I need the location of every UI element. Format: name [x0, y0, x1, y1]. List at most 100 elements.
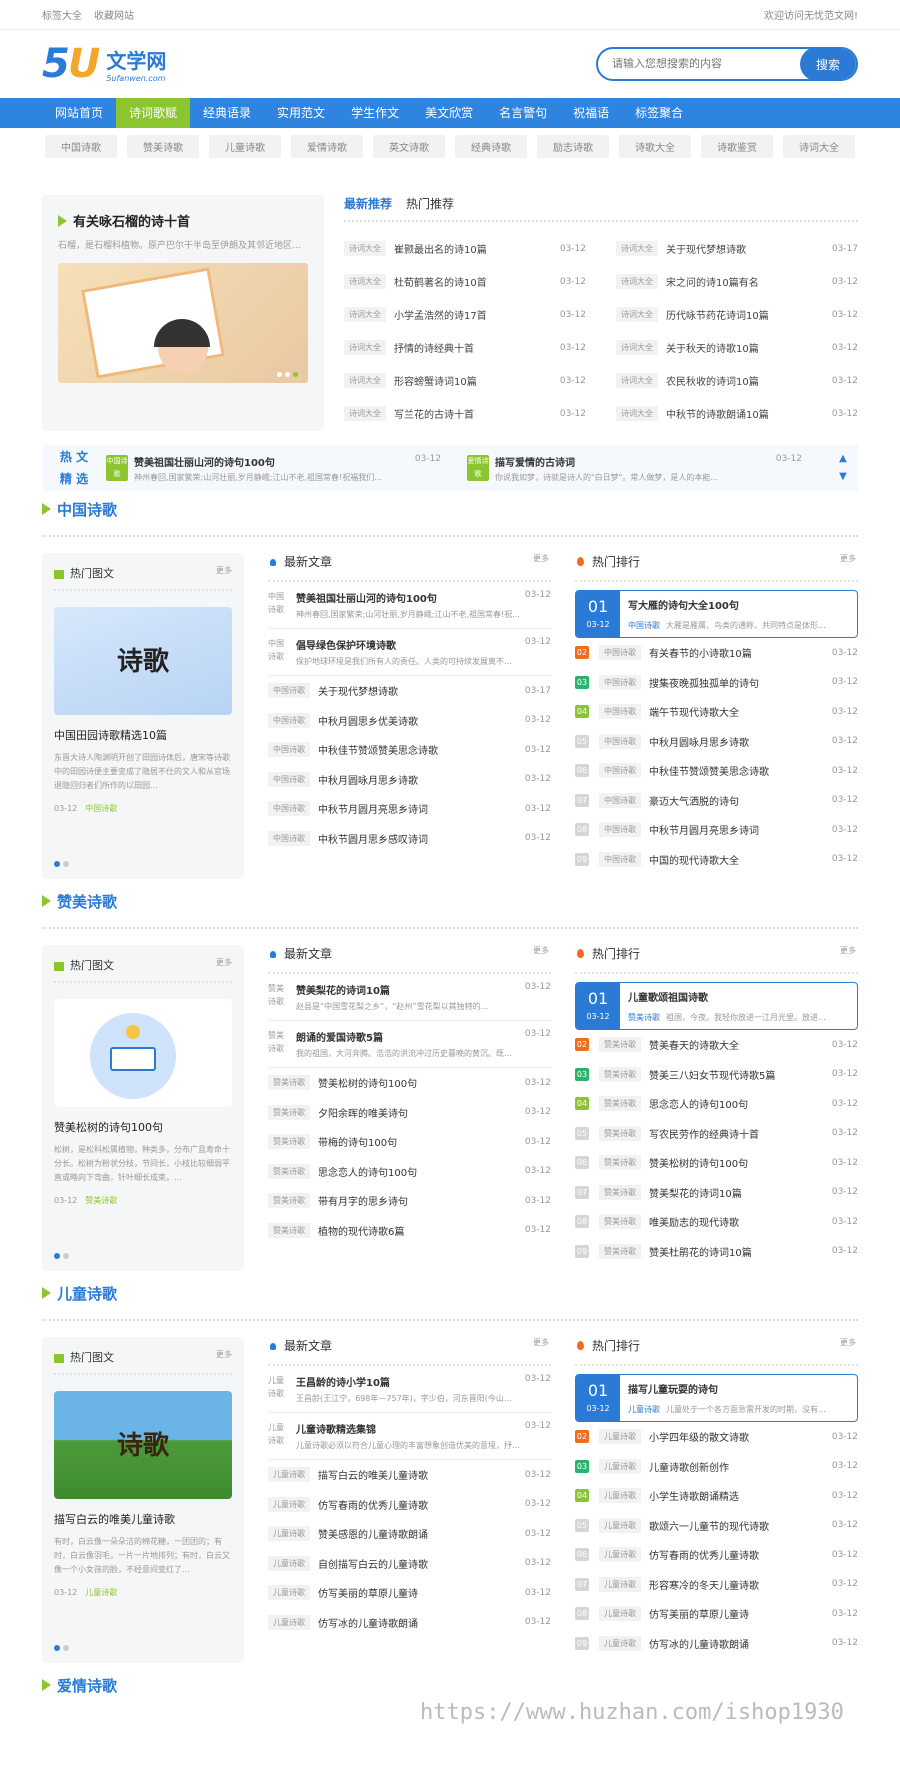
article-title[interactable]: 抒情的诗经典十首 — [394, 340, 554, 355]
article-title[interactable]: 赞美感恩的儿童诗歌朗诵 — [318, 1526, 525, 1541]
more-link[interactable]: 更多 — [533, 945, 549, 962]
card-pager[interactable] — [54, 861, 69, 867]
article-title[interactable]: 朗诵的爱国诗歌5篇 — [296, 1029, 383, 1044]
article-title[interactable]: 赞美梨花的诗词10篇 — [296, 982, 390, 997]
rank-item[interactable]: 04 中国诗歌 端午节现代诗歌大全 03-12 — [575, 697, 858, 727]
tag-chip[interactable]: 爱情诗歌 — [291, 135, 363, 158]
rank-item[interactable]: 03 中国诗歌 搜集夜晚孤独孤单的诗句 03-12 — [575, 668, 858, 698]
article-title[interactable]: 唯美励志的现代诗歌 — [649, 1214, 832, 1229]
article-title[interactable]: 中秋佳节赞颂赞美思念诗歌 — [318, 742, 525, 757]
recommend-item[interactable]: 诗词大全 崔颢最出名的诗10篇 03-12 — [344, 232, 586, 265]
featured-list-item[interactable]: 儿童诗歌 儿童诗歌精选集锦 03-12 儿童诗歌必须以符合儿童心理的丰富想象创造优美的… — [268, 1413, 551, 1460]
tag-chip[interactable]: 英文诗歌 — [373, 135, 445, 158]
article-title[interactable]: 中秋节的诗歌朗诵10篇 — [666, 406, 826, 421]
article-title[interactable]: 小学四年级的散文诗歌 — [649, 1429, 832, 1444]
article-title[interactable]: 崔颢最出名的诗10篇 — [394, 241, 554, 256]
article-title[interactable]: 宋之问的诗10篇有名 — [666, 274, 826, 289]
recommend-item[interactable]: 诗词大全 历代咏节药花诗词10篇 03-12 — [616, 298, 858, 331]
rank-item[interactable]: 06 儿童诗歌 仿写春雨的优秀儿童诗歌 03-12 — [575, 1540, 858, 1570]
rank-item[interactable]: 09 儿童诗歌 仿写冰的儿童诗歌朗诵 03-12 — [575, 1629, 858, 1659]
nav-essays[interactable]: 学生作文 — [338, 98, 412, 128]
article-title[interactable]: 历代咏节药花诗词10篇 — [666, 307, 826, 322]
article-title[interactable]: 赞美春天的诗歌大全 — [649, 1037, 832, 1052]
article-title[interactable]: 写大雁的诗句大全100句 — [628, 597, 849, 612]
article-title[interactable]: 带梅的诗句100句 — [318, 1134, 525, 1149]
rank-item[interactable]: 02 中国诗歌 有关春节的小诗歌10篇 03-12 — [575, 638, 858, 668]
rank-item[interactable]: 07 赞美诗歌 赞美梨花的诗词10篇 03-12 — [575, 1178, 858, 1208]
article-title[interactable]: 描写白云的唯美儿童诗歌 — [318, 1467, 525, 1482]
list-item[interactable]: 赞美诗歌 赞美松树的诗句100句 03-12 — [268, 1068, 551, 1098]
article-title[interactable]: 王昌龄的诗小学10篇 — [296, 1374, 390, 1389]
list-item[interactable]: 赞美诗歌 带梅的诗句100句 03-12 — [268, 1127, 551, 1157]
card-tag[interactable]: 中国诗歌 — [85, 804, 117, 813]
rank-item[interactable]: 03 赞美诗歌 赞美三八妇女节现代诗歌5篇 03-12 — [575, 1060, 858, 1090]
article-title[interactable]: 小学生诗歌朗诵精选 — [649, 1488, 832, 1503]
recommend-item[interactable]: 诗词大全 宋之问的诗10篇有名 03-12 — [616, 265, 858, 298]
article-title[interactable]: 写兰花的古诗十首 — [394, 406, 554, 421]
article-title[interactable]: 有关春节的小诗歌10篇 — [649, 645, 832, 660]
section-title[interactable]: 赞美诗歌 — [57, 891, 117, 912]
article-title[interactable]: 思念恋人的诗句100句 — [649, 1096, 832, 1111]
list-item[interactable]: 儿童诗歌 赞美感恩的儿童诗歌朗诵 03-12 — [268, 1519, 551, 1549]
more-link[interactable]: 更多 — [533, 1337, 549, 1354]
article-title[interactable]: 农民秋收的诗词10篇 — [666, 373, 826, 388]
nav-home[interactable]: 网站首页 — [42, 98, 116, 128]
list-item[interactable]: 儿童诗歌 仿写美丽的草原儿童诗 03-12 — [268, 1578, 551, 1608]
section-title[interactable]: 中国诗歌 — [57, 499, 117, 520]
article-title[interactable]: 仿写冰的儿童诗歌朗诵 — [318, 1615, 525, 1630]
recommend-item[interactable]: 诗词大全 农民秋收的诗词10篇 03-12 — [616, 364, 858, 397]
bookmark-link[interactable]: 收藏网站 — [94, 11, 134, 22]
section-title[interactable]: 儿童诗歌 — [57, 1283, 117, 1304]
card-title[interactable]: 中国田园诗歌精选10篇 — [54, 727, 232, 743]
article-title[interactable]: 仿写春雨的优秀儿童诗歌 — [318, 1497, 525, 1512]
list-item[interactable]: 赞美诗歌 带有月字的思乡诗句 03-12 — [268, 1186, 551, 1216]
rank-item[interactable]: 04 赞美诗歌 思念恋人的诗句100句 03-12 — [575, 1089, 858, 1119]
article-title[interactable]: 赞美杜鹃花的诗词10篇 — [649, 1244, 832, 1259]
article-title[interactable]: 中秋节圆月思乡感叹诗词 — [318, 831, 525, 846]
card-title[interactable]: 赞美松树的诗句100句 — [54, 1119, 232, 1135]
tag-chip[interactable]: 诗歌鉴赏 — [701, 135, 773, 158]
article-title[interactable]: 儿童诗歌精选集锦 — [296, 1421, 376, 1436]
article-title[interactable]: 豪迈大气洒脱的诗句 — [649, 793, 832, 808]
article-title[interactable]: 自创描写白云的儿童诗歌 — [318, 1556, 525, 1571]
recommend-item[interactable]: 诗词大全 杜荀鹤著名的诗10首 03-12 — [344, 265, 586, 298]
rank-item[interactable]: 08 儿童诗歌 仿写美丽的草原儿童诗 03-12 — [575, 1599, 858, 1629]
recommend-item[interactable]: 诗词大全 关于秋天的诗歌10篇 03-12 — [616, 331, 858, 364]
rank-item[interactable]: 09 赞美诗歌 赞美杜鹃花的诗词10篇 03-12 — [575, 1237, 858, 1267]
article-title[interactable]: 关于现代梦想诗歌 — [318, 683, 525, 698]
article-title[interactable]: 歌颂六一儿童节的现代诗歌 — [649, 1518, 832, 1533]
rank-first-item[interactable]: 01 03-12 写大雁的诗句大全100句 中国诗歌 大雁是雁属、鸟类的通称，共同特点是… — [575, 590, 858, 638]
rank-item[interactable]: 06 中国诗歌 中秋佳节赞颂赞美思念诗歌 03-12 — [575, 756, 858, 786]
more-link[interactable]: 更多 — [216, 565, 232, 581]
hot-pick-item[interactable]: 爱情诗歌 描写爱情的古诗词 03-12 你说我如梦，诗就是诗人的"白日梦"。常人做… — [467, 454, 828, 483]
list-item[interactable]: 儿童诗歌 描写白云的唯美儿童诗歌 03-12 — [268, 1460, 551, 1490]
recommend-item[interactable]: 诗词大全 形容螃蟹诗词10篇 03-12 — [344, 364, 586, 397]
nav-prose[interactable]: 美文欣赏 — [412, 98, 486, 128]
article-title[interactable]: 赞美松树的诗句100句 — [649, 1155, 832, 1170]
rank-item[interactable]: 05 儿童诗歌 歌颂六一儿童节的现代诗歌 03-12 — [575, 1511, 858, 1541]
card-image[interactable]: 诗歌 — [54, 607, 232, 715]
list-item[interactable]: 中国诗歌 中秋节月圆月亮思乡诗词 03-12 — [268, 794, 551, 824]
article-title[interactable]: 思念恋人的诗句100句 — [318, 1164, 525, 1179]
article-title[interactable]: 中秋节月圆月亮思乡诗词 — [649, 822, 832, 837]
rank-first-item[interactable]: 01 03-12 儿童歌颂祖国诗歌 赞美诗歌 祖国，今夜。我轻你放进一江月光里。放进..… — [575, 982, 858, 1030]
recommend-item[interactable]: 诗词大全 中秋节的诗歌朗诵10篇 03-12 — [616, 397, 858, 430]
list-item[interactable]: 赞美诗歌 思念恋人的诗句100句 03-12 — [268, 1157, 551, 1187]
more-link[interactable]: 更多 — [216, 957, 232, 973]
featured-list-item[interactable]: 赞美诗歌 赞美梨花的诗词10篇 03-12 赵县是“中国雪花梨之乡”，“赵州”雪花梨以… — [268, 974, 551, 1021]
more-link[interactable]: 更多 — [840, 945, 856, 962]
rank-item[interactable]: 05 中国诗歌 中秋月圆咏月思乡诗歌 03-12 — [575, 727, 858, 757]
recommend-item[interactable]: 诗词大全 抒情的诗经典十首 03-12 — [344, 331, 586, 364]
list-item[interactable]: 儿童诗歌 仿写冰的儿童诗歌朗诵 03-12 — [268, 1608, 551, 1638]
article-title[interactable]: 中秋节月圆月亮思乡诗词 — [318, 801, 525, 816]
rank-item[interactable]: 03 儿童诗歌 儿童诗歌创新创作 03-12 — [575, 1452, 858, 1482]
card-image[interactable] — [54, 999, 232, 1107]
more-link[interactable]: 更多 — [216, 1349, 232, 1365]
article-title[interactable]: 关于现代梦想诗歌 — [666, 241, 826, 256]
featured-list-item[interactable]: 中国诗歌 倡导绿色保护环境诗歌 03-12 保护地球环境是我们所有人的责任。人类的可持… — [268, 629, 551, 676]
nav-sayings[interactable]: 名言警句 — [486, 98, 560, 128]
list-item[interactable]: 赞美诗歌 植物的现代诗歌6篇 03-12 — [268, 1216, 551, 1246]
section-title[interactable]: 爱情诗歌 — [57, 1675, 117, 1696]
hot-pick-item[interactable]: 中国诗歌 赞美祖国壮丽山河的诗句100句 03-12 神州春回,国家繁荣;山河壮丽… — [106, 454, 467, 483]
article-title[interactable]: 中国的现代诗歌大全 — [649, 852, 832, 867]
